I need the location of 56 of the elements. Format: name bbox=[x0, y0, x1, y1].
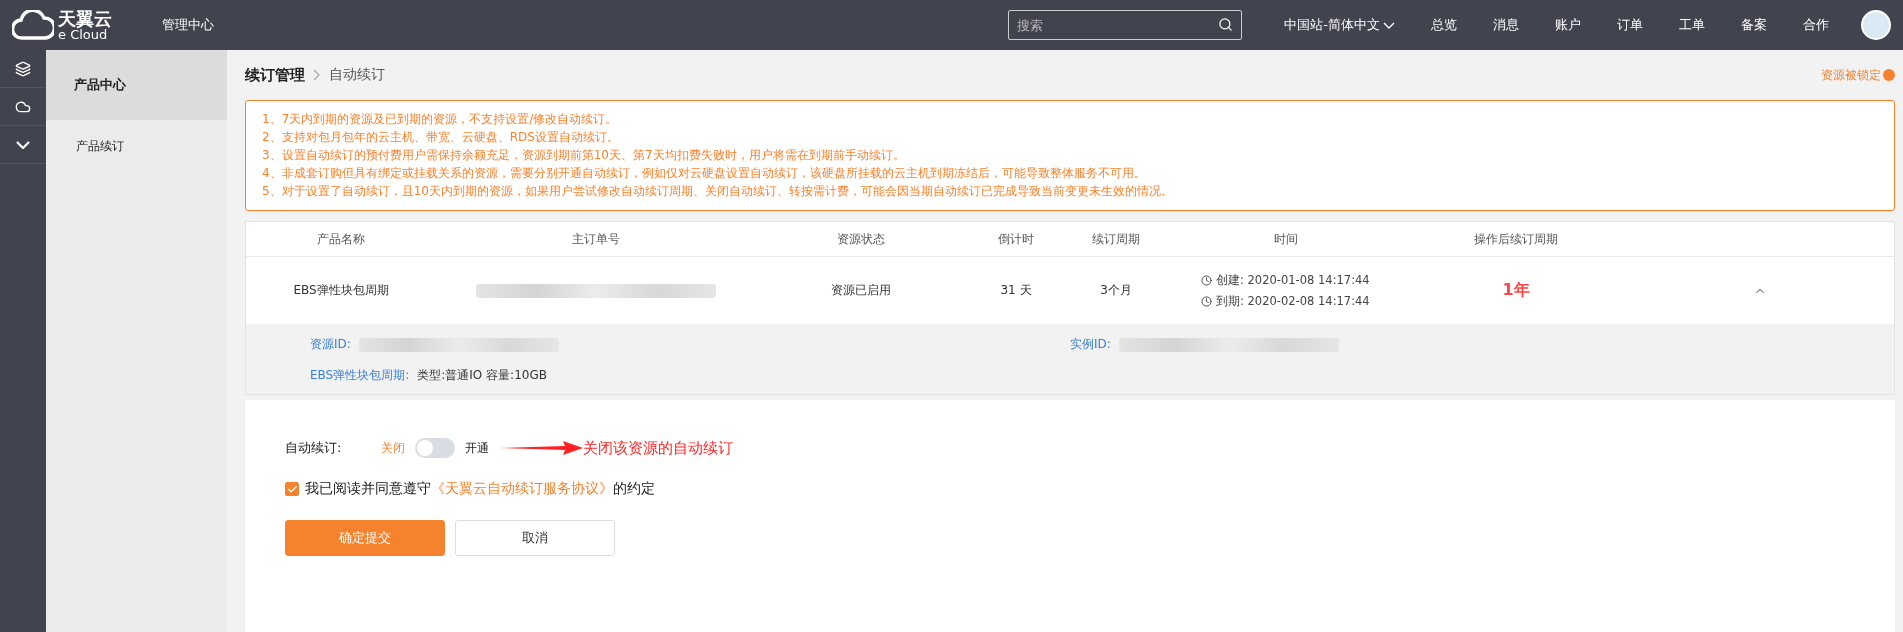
agreement-text: 我已阅读并同意遵守《天翼云自动续订服务协议》的约定 bbox=[305, 480, 655, 498]
column-header: 时间 bbox=[1273, 230, 1299, 248]
notice-text: 4、非成套订购但具有绑定或挂载关系的资源，需要分别开通自动续订，例如仅对云硬盘设置自动续订，该硬盘所挂载的云主机到期冻结后，可能导致整体服务不可用。 bbox=[262, 165, 1147, 182]
column-header: 倒计时 bbox=[997, 230, 1035, 248]
chevron-down-icon bbox=[1383, 21, 1395, 29]
layers-icon bbox=[15, 60, 31, 77]
chevron-right-icon bbox=[313, 69, 321, 81]
search-icon[interactable] bbox=[1218, 17, 1234, 32]
detail-label: EBS弹性块包周期: bbox=[310, 367, 410, 384]
off-label: 关闭 bbox=[381, 439, 406, 457]
cancel-button[interactable]: 取消 bbox=[455, 520, 615, 556]
clock-icon bbox=[1201, 295, 1212, 307]
console-title: 管理中心 bbox=[162, 16, 214, 34]
table-cell-text: EBS弹性块包周期 bbox=[292, 282, 390, 299]
nav-link[interactable]: 消息 bbox=[1493, 16, 1519, 34]
table-cell-text: 31 天 bbox=[999, 282, 1033, 299]
logo-name: 天翼云 bbox=[58, 9, 112, 28]
detail-label: 资源ID: bbox=[310, 336, 351, 353]
breadcrumb-link[interactable]: 续订管理 bbox=[245, 65, 305, 85]
search-field[interactable]: 搜索 bbox=[1008, 10, 1243, 40]
sidebar-item[interactable]: 产品续订 bbox=[46, 120, 227, 155]
sidebar-title: 产品中心 bbox=[46, 50, 227, 120]
column-header: 主订单号 bbox=[571, 230, 621, 248]
region-selector[interactable]: 中国站-简体中文 bbox=[1284, 16, 1395, 34]
notice-text: 2、支持对包月包年的云主机、带宽、云硬盘、RDS设置自动续订。 bbox=[262, 129, 620, 146]
column-header: 产品名称 bbox=[316, 230, 366, 248]
logo-subtitle: e Cloud bbox=[58, 27, 108, 41]
breadcrumb-current: 自动续订 bbox=[329, 66, 385, 84]
agree-checkbox[interactable] bbox=[285, 482, 299, 496]
table-cell-text: 3个月 bbox=[1099, 282, 1133, 299]
nav-link[interactable]: 备案 bbox=[1741, 16, 1767, 34]
field-label: 自动续订: bbox=[285, 439, 342, 457]
annotation-text: 关闭该资源的自动续订 bbox=[583, 438, 734, 458]
detail-label: 实例ID: bbox=[1070, 336, 1111, 353]
notice-text: 1、7天内到期的资源及已到期的资源，不支持设置/修改自动续订。 bbox=[262, 111, 619, 128]
column-header: 操作后续订周期 bbox=[1473, 230, 1559, 248]
nav-link[interactable]: 订单 bbox=[1617, 16, 1643, 34]
nav-link[interactable]: 合作 bbox=[1803, 16, 1829, 34]
table-cell-text: 资源已启用 bbox=[830, 282, 892, 299]
toggle-switch[interactable] bbox=[415, 438, 456, 458]
nav-link[interactable]: 总览 bbox=[1431, 16, 1457, 34]
notice-text: 5、对于设置了自动续订，且10天内到期的资源，如果用户尝试修改自动续订周期、关闭自动续订、转按需计费，可能会因当期自动续订已完成导致当前变更未生效的情况。 bbox=[262, 183, 1174, 200]
column-header: 续订周期 bbox=[1091, 230, 1141, 248]
chevron-down-icon bbox=[16, 140, 30, 149]
nav-link[interactable]: 工单 bbox=[1679, 16, 1705, 34]
nav-link[interactable]: 账户 bbox=[1555, 16, 1581, 34]
notice-text: 3、设置自动续订的预付费用户需保持余额充足，资源到期前第10天、第7天均扣费失败时，用户将需在到期前手动续订。 bbox=[262, 147, 906, 164]
on-label: 开通 bbox=[465, 439, 490, 457]
column-header: 资源状态 bbox=[836, 230, 886, 248]
created-time: 创建: 2020-01-08 14:17:44 bbox=[1216, 272, 1370, 288]
expiry-time: 到期: 2020-02-08 14:17:44 bbox=[1216, 293, 1370, 309]
detail-value: 类型:普通IO 容量:10GB bbox=[417, 367, 547, 384]
clock-icon bbox=[1201, 274, 1212, 286]
user-avatar[interactable] bbox=[1861, 10, 1891, 40]
cloud-logo-icon bbox=[12, 10, 54, 40]
new-period: 1年 bbox=[1501, 280, 1531, 301]
